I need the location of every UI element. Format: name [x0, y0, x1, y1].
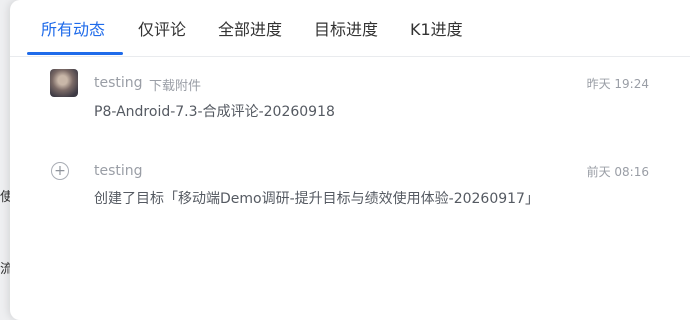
activity-author[interactable]: testing	[94, 163, 143, 179]
tab-goal-progress[interactable]: 目标进度	[314, 16, 378, 40]
activity-tabs: 所有动态 仅评论 全部进度 目标进度 K1进度	[10, 0, 690, 57]
activity-action: 下载附件	[149, 79, 202, 94]
user-avatar[interactable]	[50, 69, 78, 97]
tab-k1-progress[interactable]: K1进度	[410, 16, 463, 40]
tab-comments-only[interactable]: 仅评论	[138, 16, 186, 40]
activity-time: 前天 08:16	[586, 165, 649, 179]
activity-panel: 所有动态 仅评论 全部进度 目标进度 K1进度 testing 下载附件 昨天 …	[10, 0, 690, 320]
tab-all-activity[interactable]: 所有动态	[41, 16, 105, 40]
activity-content[interactable]: 创建了目标「移动端Demo调研-提升目标与绩效使用体验-20260917」	[94, 188, 539, 208]
activity-content[interactable]: P8-Android-7.3-合成评论-20260918	[94, 101, 335, 121]
activity-author[interactable]: testing	[94, 75, 143, 91]
active-tab-indicator	[27, 52, 123, 55]
background-text-fragment: 使	[0, 190, 10, 205]
tab-all-progress[interactable]: 全部进度	[218, 16, 282, 40]
activity-time: 昨天 19:24	[586, 77, 649, 91]
background-text-fragment: 流	[0, 262, 10, 277]
plus-circle-icon: +	[51, 162, 69, 180]
